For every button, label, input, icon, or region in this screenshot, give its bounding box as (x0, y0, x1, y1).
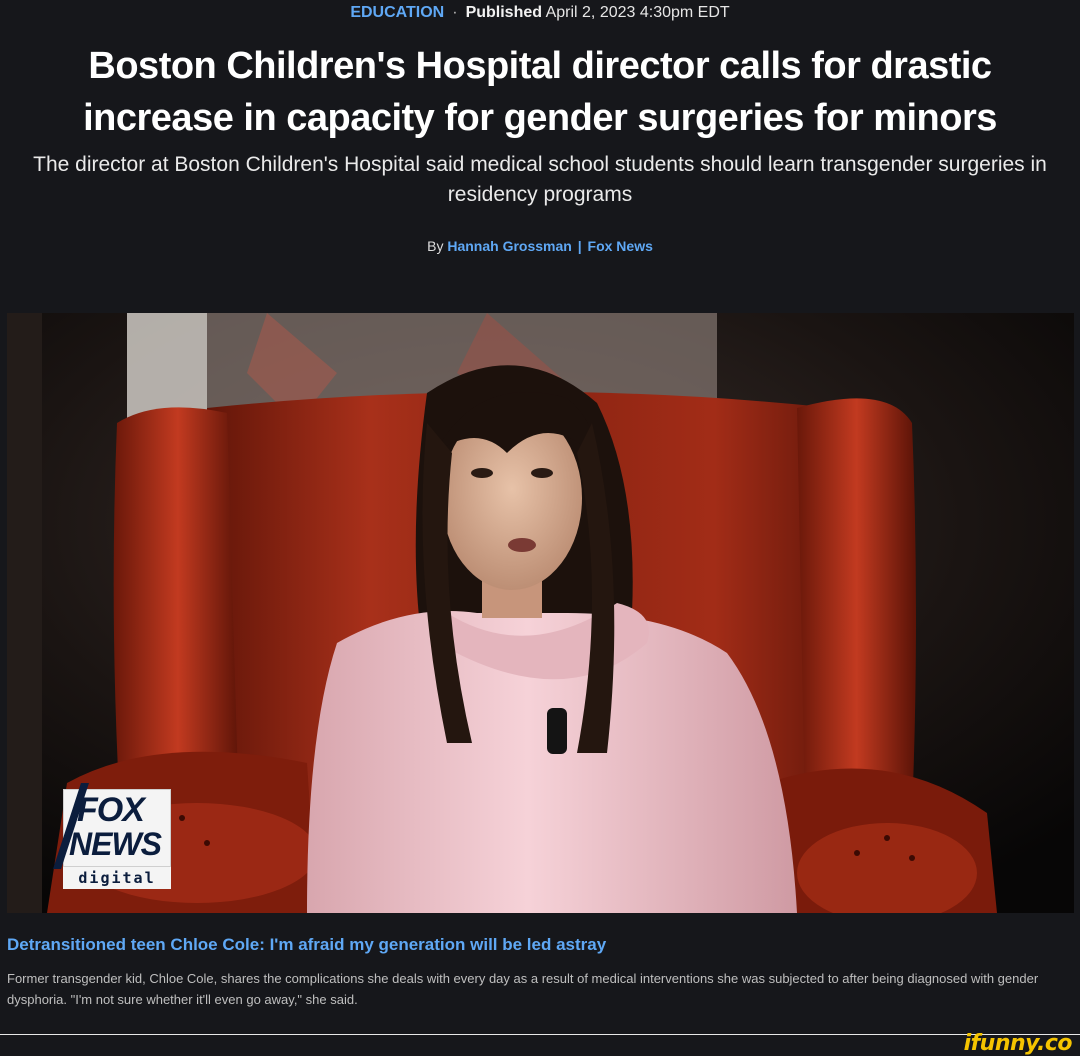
article-video-thumbnail[interactable]: FOX NEWS digital (7, 313, 1074, 913)
logo-digital-text: digital (63, 867, 171, 889)
published-label: Published (465, 4, 543, 21)
logo-news-text: NEWS (69, 826, 162, 862)
published-date: April 2, 2023 4:30pm EDT (545, 4, 730, 21)
logo-fox-text: FOX (77, 791, 145, 829)
byline-prefix: By (427, 238, 444, 254)
byline: By Hannah Grossman | Fox News (0, 236, 1080, 256)
meta-separator: · (452, 4, 458, 21)
article-subheadline: The director at Boston Children's Hospit… (33, 153, 1047, 206)
outlet-link[interactable]: Fox News (588, 238, 653, 254)
author-link[interactable]: Hannah Grossman (447, 238, 571, 254)
byline-pipe: | (577, 238, 582, 254)
article-meta: EDUCATION · Published April 2, 2023 4:30pm… (0, 3, 1080, 23)
video-caption-title[interactable]: Detransitioned teen Chloe Cole: I'm afra… (7, 933, 606, 957)
ifunny-watermark: ifunny.co (963, 1031, 1073, 1056)
video-caption-text: Former transgender kid, Chloe Cole, shar… (7, 971, 1039, 1007)
footer-divider (0, 1034, 1080, 1035)
article-headline: Boston Children's Hospital director call… (83, 45, 997, 139)
category-link[interactable]: EDUCATION (350, 4, 444, 21)
fox-news-digital-logo: FOX NEWS digital (53, 783, 171, 891)
